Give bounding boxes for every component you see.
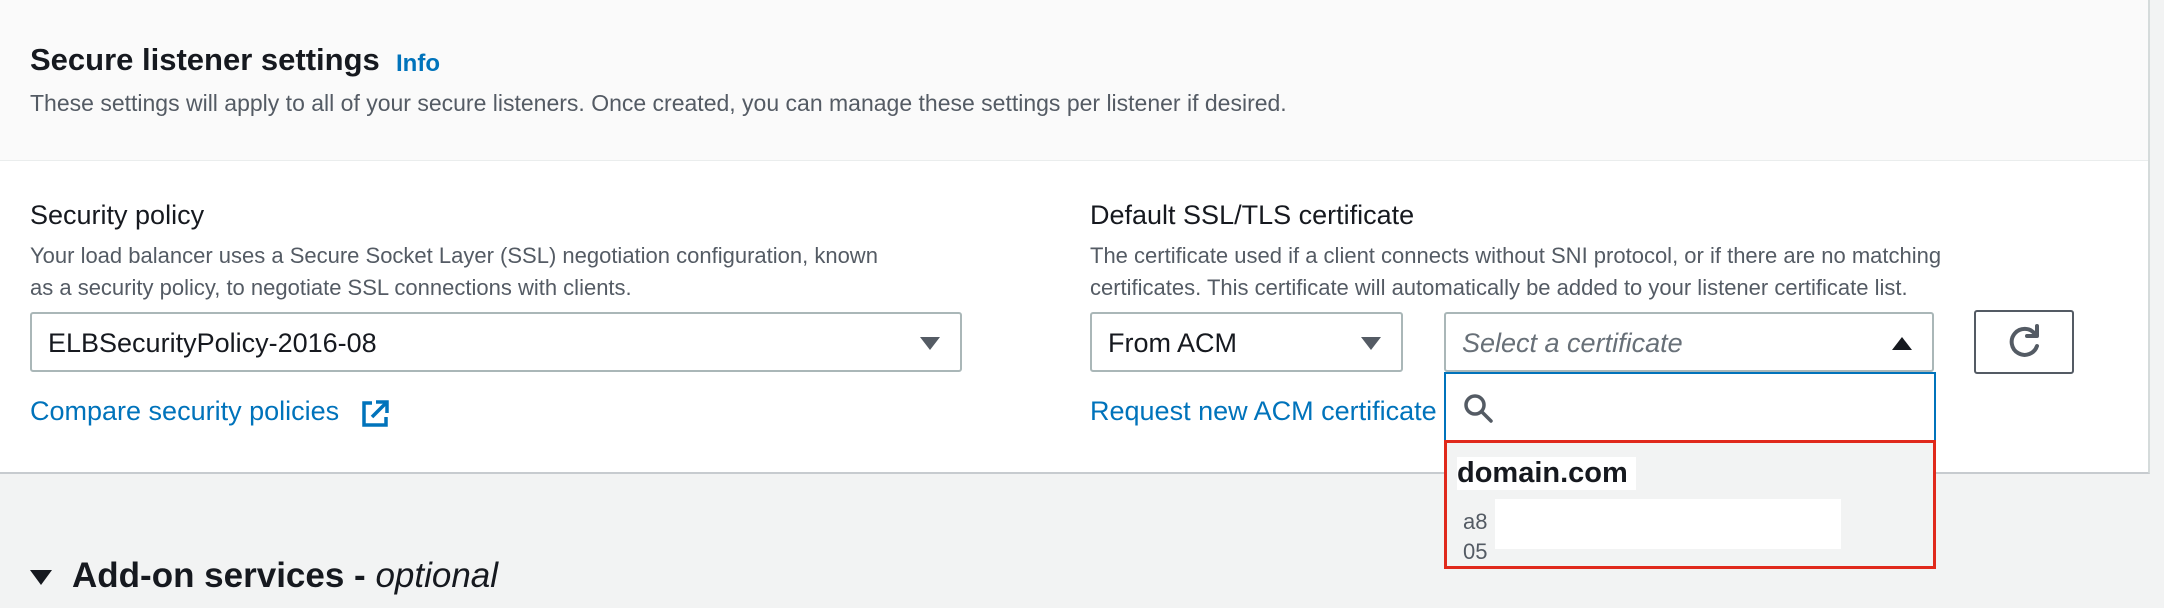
compare-security-policies-label: Compare security policies [30, 396, 340, 426]
refresh-icon [2009, 324, 2039, 357]
caret-down-icon [1361, 337, 1381, 350]
section-title: Secure listener settings [30, 42, 380, 77]
certificate-source-value: From ACM [1108, 328, 1238, 358]
default-certificate-description-line2: certificates. This certificate will auto… [1090, 275, 1908, 300]
certificate-dropdown: domain.com a8 05 [1444, 372, 1936, 569]
refresh-button[interactable] [1974, 310, 2074, 374]
request-acm-certificate-link[interactable]: Request new ACM certificate [1090, 396, 1437, 427]
panel-header: Secure listener settings Info These sett… [0, 0, 2148, 161]
security-policy-label: Security policy [30, 200, 205, 230]
certificate-placeholder: Select a certificate [1462, 328, 1683, 358]
caret-up-icon [1892, 337, 1912, 350]
default-certificate-description-line1: The certificate used if a client connect… [1090, 243, 1942, 268]
default-certificate-description: The certificate used if a client connect… [1090, 240, 1941, 304]
security-policy-value: ELBSecurityPolicy-2016-08 [48, 328, 377, 358]
certificate-select[interactable]: Select a certificate [1444, 312, 1934, 372]
section-description: These settings will apply to all of your… [30, 90, 1287, 116]
redaction-block [1495, 499, 1841, 549]
certificate-source-select[interactable]: From ACM [1090, 312, 1403, 372]
security-policy-description-line1: Your load balancer uses a Secure Socket … [30, 243, 878, 268]
addon-optional-text: optional [375, 556, 499, 595]
expand-triangle-icon [30, 570, 52, 585]
certificate-search-box[interactable] [1444, 372, 1936, 440]
info-link[interactable]: Info [396, 50, 440, 78]
addon-services-title: Add-on services - optional [72, 556, 498, 596]
security-policy-description-line2: as a security policy, to negotiate SSL c… [30, 275, 632, 300]
security-policy-description: Your load balancer uses a Secure Socket … [30, 240, 878, 304]
default-certificate-label: Default SSL/TLS certificate [1090, 200, 1415, 230]
certificate-search-input[interactable] [1498, 388, 1922, 426]
compare-security-policies-link[interactable]: Compare security policies [30, 396, 389, 427]
security-policy-select[interactable]: ELBSecurityPolicy-2016-08 [30, 312, 962, 372]
external-link-icon [362, 400, 389, 427]
certificate-option[interactable]: domain.com a8 05 [1444, 440, 1936, 569]
addon-title-text: Add-on services - [72, 556, 366, 595]
search-icon [1464, 394, 1493, 423]
certificate-option-id-line1: a8 [1463, 509, 1488, 534]
certificate-option-name: domain.com [1457, 457, 1636, 490]
certificate-option-id-line2: 05 [1463, 539, 1488, 564]
caret-down-icon [920, 337, 940, 350]
